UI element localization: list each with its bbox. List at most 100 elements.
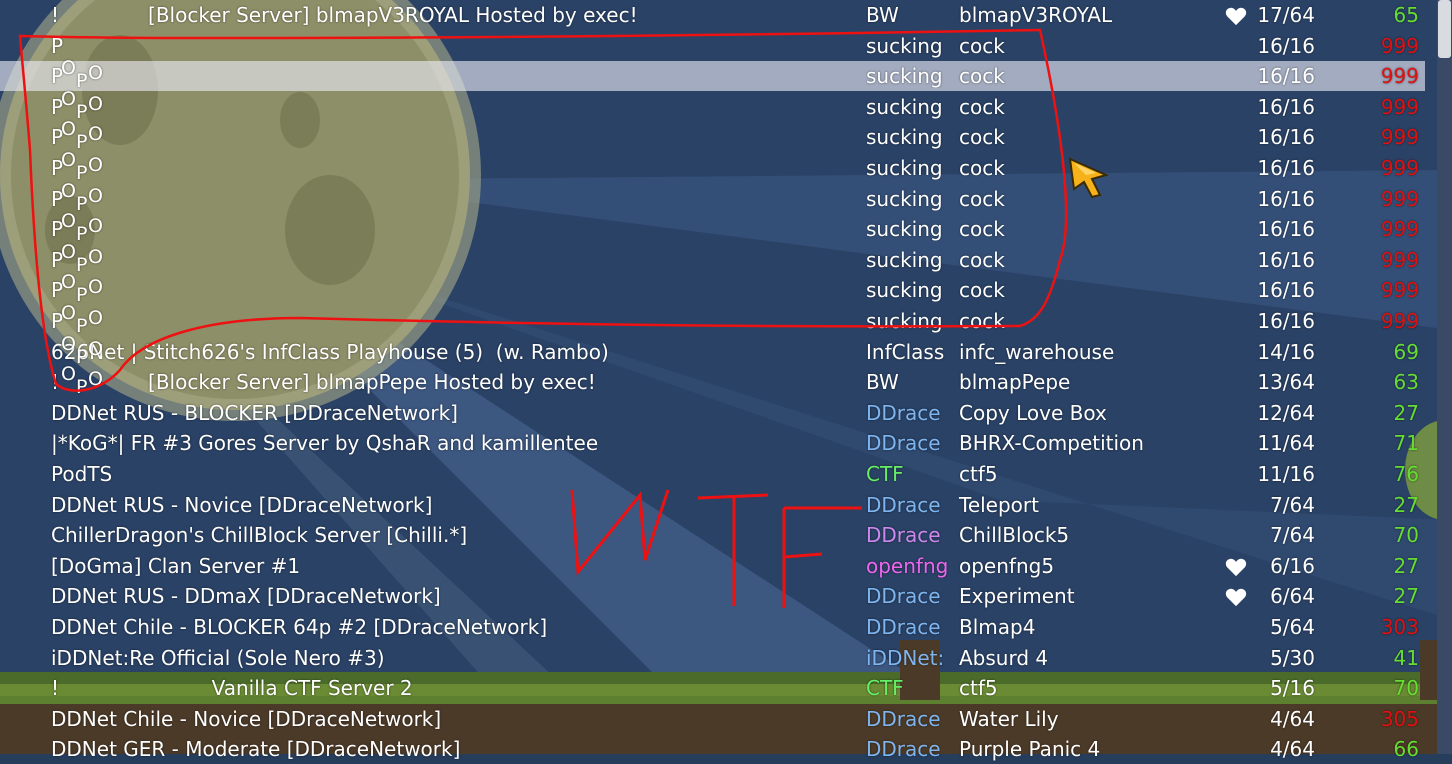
server-players: 13/64: [1257, 370, 1315, 395]
server-row[interactable]: DDNet GER - Moderate [DDraceNetwork] DDra…: [0, 734, 1425, 764]
server-name-glyph: P: [76, 162, 88, 184]
server-name-glyph: P: [76, 100, 88, 123]
server-name-glyph: O: [61, 87, 76, 110]
server-map: BHRX-Competition: [959, 431, 1144, 456]
server-row[interactable]: ! Vanilla CTF Server 2 CTF ctf5 5/16 70: [0, 673, 1425, 703]
server-name-glyph: P: [76, 284, 88, 307]
server-row[interactable]: Psucking cock 16/16 999 O P O: [0, 302, 1425, 337]
server-name: DDNet RUS - DDmaX [DDraceNetwork]: [51, 584, 441, 609]
server-map: cock: [959, 94, 1005, 119]
server-row[interactable]: Psucking cock 16/16 999 O P O: [0, 88, 1425, 123]
server-name-glyph: O: [88, 276, 103, 299]
server-name: P: [51, 33, 64, 58]
server-players: 4/64: [1270, 706, 1315, 731]
server-row[interactable]: Psucking cock 16/16 999 O P O: [0, 271, 1425, 307]
server-name-glyph: P: [76, 192, 88, 215]
server-name: DDNet Chile - BLOCKER 64p #2 [DDraceNetw…: [51, 615, 548, 639]
server-gametype: DDrace: [866, 615, 941, 639]
server-players: 5/16: [1270, 676, 1315, 701]
server-row[interactable]: Psucking cock 16/16 999 O P O: [0, 57, 1425, 92]
server-map: ctf5: [959, 676, 998, 701]
server-name-glyph: O: [88, 337, 103, 360]
server-row[interactable]: Psucking cock 16/16 999 O P O: [0, 118, 1425, 154]
server-name: DDNet RUS - Novice [DDraceNetwork]: [51, 492, 433, 517]
server-name-glyph: O: [61, 302, 76, 324]
server-gametype: sucking: [866, 156, 943, 180]
server-map: blmapPepe: [959, 370, 1071, 395]
server-row[interactable]: Psucking cock 16/16 999 O P O: [0, 149, 1425, 184]
server-map: infc_warehouse: [959, 339, 1115, 364]
server-map: cock: [959, 64, 1005, 89]
server-gametype: sucking: [866, 64, 943, 89]
server-gametype: DDrace: [866, 523, 941, 548]
server-row[interactable]: [DoGma] Clan Server #1 openfng openfng5 6/1…: [0, 551, 1425, 581]
server-gametype: BW: [866, 3, 899, 27]
server-name: 626Net | Stitch626's InfClass Playhouse …: [51, 339, 609, 364]
server-gametype: DDrace: [866, 737, 941, 762]
server-row[interactable]: DDNet RUS - Novice [DDraceNetwork] DDrace…: [0, 490, 1425, 520]
server-players: 16/16: [1257, 278, 1315, 303]
server-name-glyph: O: [88, 307, 103, 329]
server-row[interactable]: Psucking cock 16/16 999 O P O: [0, 180, 1425, 215]
server-players: 11/16: [1257, 462, 1315, 486]
server-name-glyph: P: [76, 223, 88, 246]
server-gametype: DDrace: [866, 492, 941, 517]
server-players: 12/64: [1257, 400, 1315, 425]
server-name-glyph: O: [61, 57, 76, 80]
server-gametype: sucking: [866, 186, 943, 211]
server-row[interactable]: |*KoG*| FR #3 Gores Server by QshaR and …: [0, 428, 1425, 458]
server-name: ! [Blocker Server] blmapV3ROYAL Hosted b…: [51, 3, 638, 27]
server-row[interactable]: 626Net | Stitch626's InfClass Playhouse …: [0, 333, 1425, 368]
server-name: ! Vanilla CTF Server 2: [51, 676, 413, 701]
server-row[interactable]: DDNet Chile - BLOCKER 64p #2 [DDraceNetw…: [0, 612, 1425, 642]
server-row[interactable]: DDNet Chile - Novice [DDraceNetwork] DDra…: [0, 704, 1425, 734]
server-gametype: InfClass: [866, 339, 945, 364]
favorite-heart-icon[interactable]: [1225, 587, 1247, 607]
server-map: Teleport: [959, 492, 1039, 517]
server-ping: 305: [1380, 706, 1419, 731]
server-players: 14/16: [1257, 339, 1315, 364]
server-name-glyph: P: [76, 376, 88, 399]
server-row[interactable]: iDDNet:Re Official (Sole Nero #3) iDDNet:…: [0, 643, 1425, 673]
server-name: ! [Blocker Server] blmapPepe Hosted by e…: [51, 370, 596, 395]
server-name-glyph: O: [88, 245, 103, 268]
server-ping: 65: [1393, 3, 1419, 27]
server-name: iDDNet:Re Official (Sole Nero #3): [51, 645, 385, 670]
server-name: DDNet RUS - BLOCKER [DDraceNetwork]: [51, 400, 458, 425]
server-name-glyph: P: [76, 131, 88, 154]
server-ping: 27: [1393, 492, 1419, 517]
server-row[interactable]: DDNet RUS - BLOCKER [DDraceNetwork] DDrac…: [0, 398, 1425, 428]
server-ping: 999: [1380, 309, 1419, 333]
server-map: cock: [959, 247, 1005, 272]
server-row[interactable]: Psucking cock 16/16 999 O P O: [0, 210, 1425, 246]
server-row[interactable]: ChillerDragon's ChillBlock Server [Chill…: [0, 520, 1425, 550]
server-map: cock: [959, 33, 1005, 58]
server-players: 16/16: [1257, 186, 1315, 211]
server-players: 16/16: [1257, 64, 1315, 89]
server-name: [DoGma] Clan Server #1: [51, 553, 301, 578]
server-name-glyph: P: [76, 315, 88, 337]
scrollbar-thumb[interactable]: [1438, 0, 1451, 58]
server-players: 4/64: [1270, 737, 1315, 762]
favorite-heart-icon[interactable]: [1225, 557, 1247, 577]
server-map: ChillBlock5: [959, 523, 1070, 548]
server-list-scrollbar[interactable]: [1437, 0, 1452, 754]
server-name: DDNet GER - Moderate [DDraceNetwork]: [51, 737, 461, 762]
server-ping: 999: [1380, 217, 1419, 242]
server-name-glyph: P: [76, 345, 88, 368]
server-name-glyph: O: [88, 215, 103, 238]
server-ping: 303: [1380, 615, 1419, 639]
server-row[interactable]: Psucking cock 16/16 999: [0, 31, 1425, 61]
server-name: DDNet Chile - Novice [DDraceNetwork]: [51, 706, 442, 731]
server-row[interactable]: ! [Blocker Server] blmapV3ROYAL Hosted b…: [0, 0, 1425, 30]
favorite-heart-icon[interactable]: [1225, 6, 1247, 26]
server-map: openfng5: [959, 553, 1055, 578]
server-row[interactable]: PodTS CTF ctf5 11/16 76: [0, 459, 1425, 489]
server-map: Experiment: [959, 584, 1075, 609]
server-name-glyph: O: [61, 210, 76, 233]
server-row[interactable]: Psucking cock 16/16 999 O P O: [0, 241, 1425, 276]
server-row[interactable]: ! [Blocker Server] blmapPepe Hosted by e…: [0, 363, 1425, 399]
server-name-glyph: O: [88, 154, 103, 176]
server-row[interactable]: DDNet RUS - DDmaX [DDraceNetwork] DDrace E…: [0, 581, 1425, 611]
server-players: 16/16: [1257, 309, 1315, 333]
